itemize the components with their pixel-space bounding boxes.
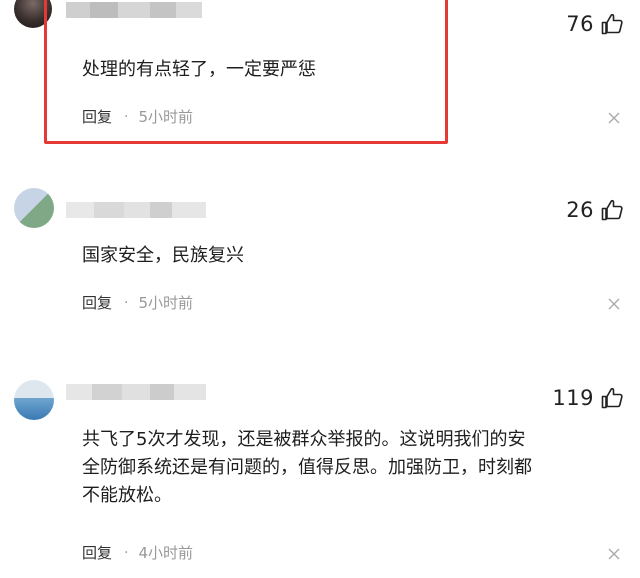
comment-meta: 回复 · 5小时前 bbox=[82, 106, 193, 127]
reply-button[interactable]: 回复 bbox=[82, 542, 112, 563]
comment-text-line: 不能放松。 bbox=[82, 485, 172, 506]
reply-button[interactable]: 回复 bbox=[82, 292, 112, 313]
timestamp: 5小时前 bbox=[138, 108, 194, 126]
like-button[interactable]: 76 bbox=[566, 12, 624, 36]
timestamp: 4小时前 bbox=[138, 544, 194, 562]
thumbs-up-icon bbox=[601, 387, 623, 409]
comment-item: 119 共飞了5次才发现，还是被群众举报的。这说明我们的安 全防御系统还是有问题… bbox=[0, 370, 640, 578]
thumbs-up-icon bbox=[601, 13, 623, 35]
comment-text: 共飞了5次才发现，还是被群众举报的。这说明我们的安 全防御系统还是有问题的，值得… bbox=[82, 426, 622, 510]
username-blurred[interactable] bbox=[66, 384, 206, 400]
comment-item: 26 国家安全，民族复兴 回复 · 5小时前 bbox=[0, 180, 640, 340]
comment-text-line: 全防御系统还是有问题的，值得反思。加强防卫，时刻都 bbox=[82, 457, 532, 478]
timestamp: 5小时前 bbox=[138, 294, 194, 312]
like-count: 76 bbox=[566, 12, 594, 36]
avatar[interactable] bbox=[14, 380, 54, 420]
avatar[interactable] bbox=[14, 188, 54, 228]
close-icon[interactable] bbox=[608, 548, 620, 560]
like-button[interactable]: 26 bbox=[566, 198, 624, 222]
comment-item: 76 处理的有点轻了，一定要严惩 回复 · 5小时前 bbox=[0, 0, 640, 150]
separator: · bbox=[124, 294, 129, 311]
thumbs-up-icon bbox=[601, 199, 623, 221]
like-button[interactable]: 119 bbox=[552, 386, 624, 410]
separator: · bbox=[124, 108, 129, 125]
like-count: 26 bbox=[566, 198, 594, 222]
close-icon[interactable] bbox=[608, 298, 620, 310]
username-blurred[interactable] bbox=[66, 202, 206, 218]
separator: · bbox=[124, 544, 129, 561]
comment-text: 处理的有点轻了，一定要严惩 bbox=[82, 59, 316, 80]
comment-meta: 回复 · 4小时前 bbox=[82, 542, 193, 563]
close-icon[interactable] bbox=[608, 112, 620, 124]
reply-button[interactable]: 回复 bbox=[82, 106, 112, 127]
comment-text: 国家安全，民族复兴 bbox=[82, 245, 244, 266]
comment-text-line: 共飞了5次才发现，还是被群众举报的。这说明我们的安 bbox=[82, 429, 526, 450]
comment-meta: 回复 · 5小时前 bbox=[82, 292, 193, 313]
like-count: 119 bbox=[552, 386, 594, 410]
